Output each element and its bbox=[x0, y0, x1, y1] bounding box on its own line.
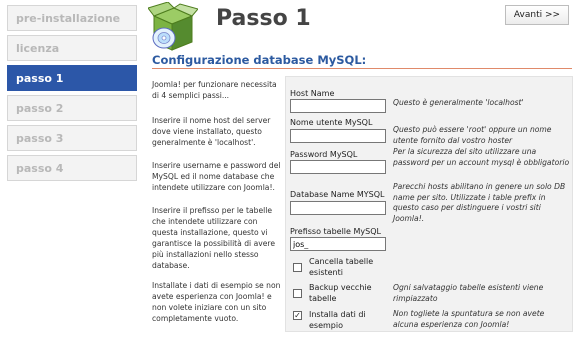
delete-tables-label: Cancella tabelle esistenti bbox=[309, 257, 374, 277]
database-name-label: Database Name MYSQL bbox=[290, 190, 385, 199]
backup-tables-label: Backup vecchie tabelle bbox=[309, 283, 372, 303]
description-credentials: Inserire username e password del MySQL e… bbox=[152, 161, 281, 192]
next-button[interactable]: Avanti >> bbox=[505, 5, 569, 25]
backup-tables-checkbox[interactable] bbox=[293, 289, 302, 298]
sample-data-hint: Non togliete la spuntatura se non avete … bbox=[393, 309, 545, 329]
mysql-password-label: Password MySQL bbox=[290, 150, 358, 159]
database-name-hint: Parecchi hosts abilitano in genere un so… bbox=[393, 182, 566, 223]
section-divider bbox=[152, 68, 572, 69]
sample-data-checkbox[interactable]: ✓ bbox=[293, 311, 302, 320]
step-1[interactable]: passo 1 bbox=[7, 65, 137, 91]
checkmark-icon: ✓ bbox=[294, 311, 301, 320]
mysql-password-input[interactable] bbox=[290, 160, 386, 174]
description-intro: Joomla! per funzionare necessita di 4 se… bbox=[152, 80, 277, 100]
host-name-hint: Questo è generalmente 'localhost' bbox=[393, 98, 524, 107]
table-prefix-label: Prefisso tabelle MySQL bbox=[290, 227, 381, 236]
table-prefix-input[interactable] bbox=[290, 237, 386, 251]
step-3[interactable]: passo 3 bbox=[7, 125, 137, 151]
sample-data-label: Installa dati di esempio bbox=[309, 310, 366, 330]
host-name-input[interactable] bbox=[290, 99, 386, 113]
step-license[interactable]: licenza bbox=[7, 35, 137, 61]
page-title: Passo 1 bbox=[216, 6, 311, 31]
description-prefix: Inserire il prefisso per le tabelle che … bbox=[152, 206, 276, 270]
joomla-box-cd-icon bbox=[148, 2, 198, 51]
database-name-input[interactable] bbox=[290, 201, 386, 215]
mysql-password-hint: Per la sicurezza del sito utilizzare una… bbox=[393, 147, 570, 167]
delete-tables-checkbox[interactable] bbox=[293, 263, 302, 272]
section-title: Configurazione database MySQL: bbox=[152, 53, 367, 67]
mysql-user-hint: Questo può essere 'root' oppure un nome … bbox=[393, 125, 552, 145]
step-4[interactable]: passo 4 bbox=[7, 155, 137, 181]
step-pre-installation[interactable]: pre-installazione bbox=[7, 5, 137, 31]
backup-tables-hint: Ogni salvataggio tabelle esistenti viene… bbox=[393, 283, 544, 303]
description-host: Inserire il nome host del server dove vi… bbox=[152, 116, 271, 147]
step-2[interactable]: passo 2 bbox=[7, 95, 137, 121]
mysql-user-label: Nome utente MySQL bbox=[290, 118, 373, 127]
host-name-label: Host Name bbox=[290, 89, 335, 98]
description-sample-data: Installate i dati di esempio se non avet… bbox=[152, 281, 281, 323]
mysql-user-input[interactable] bbox=[290, 129, 386, 143]
install-steps-sidebar: pre-installazione licenza passo 1 passo … bbox=[7, 5, 137, 185]
